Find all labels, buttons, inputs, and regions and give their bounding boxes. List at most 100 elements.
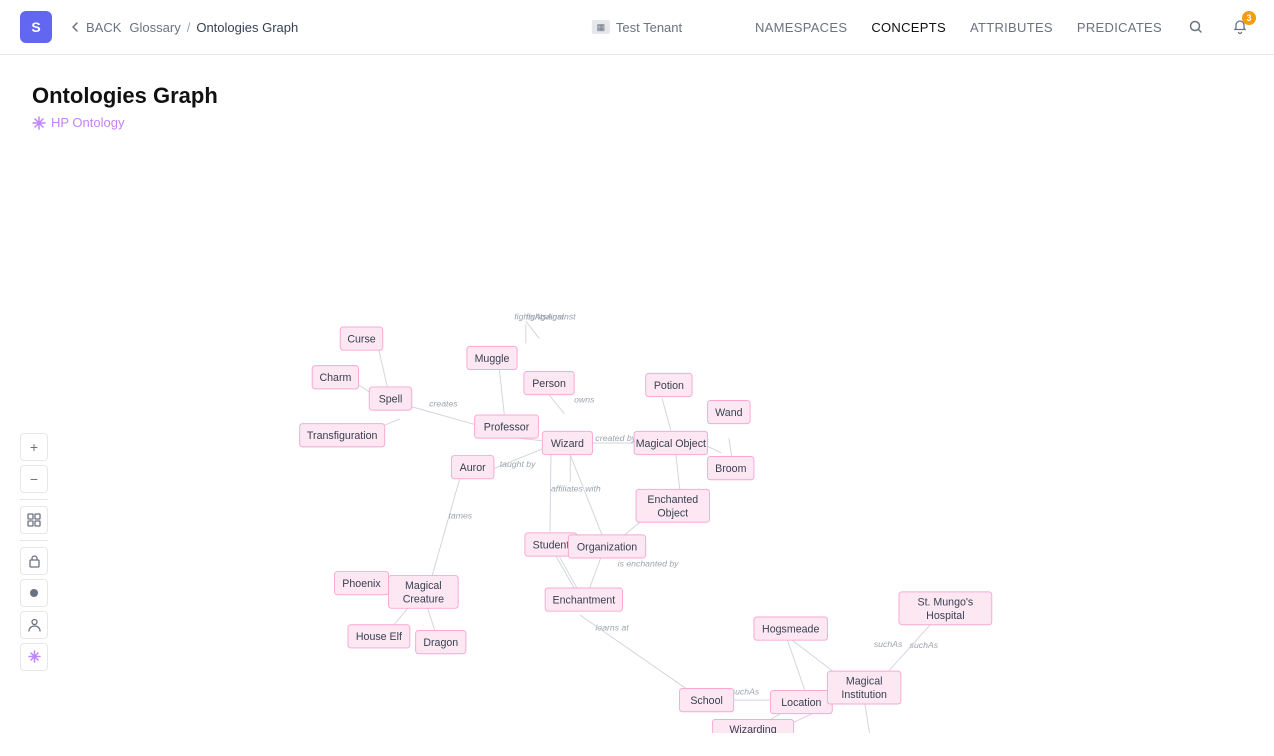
svg-text:Organization: Organization bbox=[577, 541, 637, 553]
node-enchantment[interactable]: Enchantment bbox=[545, 588, 622, 611]
svg-text:House Elf: House Elf bbox=[356, 631, 402, 643]
edge-label-affiliates: affiliates with bbox=[551, 483, 601, 493]
ontology-graph-svg: fightsAgainst owns creates created by ta… bbox=[0, 153, 1274, 733]
edge-wizard-org bbox=[569, 452, 603, 537]
node-st-mungos[interactable]: St. Mungo's Hospital bbox=[899, 591, 992, 624]
zoom-in-button[interactable]: + bbox=[20, 433, 48, 461]
node-professor[interactable]: Professor bbox=[475, 414, 539, 437]
node-magical-object[interactable]: Magical Object bbox=[634, 431, 707, 454]
node-wand[interactable]: Wand bbox=[708, 400, 751, 423]
node-house-elf[interactable]: House Elf bbox=[348, 624, 410, 647]
svg-text:Transfiguration: Transfiguration bbox=[307, 430, 378, 442]
svg-text:St. Mungo's: St. Mungo's bbox=[917, 596, 973, 608]
page-content: Ontologies Graph HP Ontology bbox=[0, 55, 1274, 153]
svg-text:Enchantment: Enchantment bbox=[553, 594, 616, 606]
edge-enchantment-school bbox=[580, 615, 690, 691]
node-charm[interactable]: Charm bbox=[312, 365, 358, 388]
node-spell[interactable]: Spell bbox=[369, 386, 412, 409]
back-label: BACK bbox=[86, 20, 121, 35]
svg-text:School: School bbox=[690, 695, 723, 707]
back-arrow-icon bbox=[68, 20, 82, 34]
lock-button[interactable] bbox=[20, 547, 48, 575]
svg-text:Potion: Potion bbox=[654, 379, 684, 391]
header-actions: 3 bbox=[1182, 13, 1254, 41]
edge-label-isenchantedby: is enchanted by bbox=[618, 558, 680, 568]
edge-student-enchantment bbox=[555, 554, 574, 588]
tenant-name: Test Tenant bbox=[616, 20, 682, 35]
node-muggle[interactable]: Muggle bbox=[467, 346, 517, 369]
svg-text:Magical: Magical bbox=[846, 675, 883, 687]
svg-text:Institution: Institution bbox=[841, 689, 887, 701]
edge-label-learnsat: learns at bbox=[595, 622, 629, 632]
svg-text:Student: Student bbox=[533, 539, 570, 551]
edge-person-wizard bbox=[549, 394, 564, 413]
toolbar-divider-1 bbox=[20, 499, 48, 500]
tenant-icon: ▦ bbox=[592, 20, 610, 34]
node-phoenix[interactable]: Phoenix bbox=[334, 571, 388, 594]
node-transfiguration[interactable]: Transfiguration bbox=[300, 423, 385, 446]
lock-icon bbox=[28, 554, 41, 568]
svg-text:Magical: Magical bbox=[405, 579, 442, 591]
header: S BACK Glossary / Ontologies Graph ▦ Tes… bbox=[0, 0, 1274, 55]
nav-namespaces[interactable]: NAMESPACES bbox=[755, 20, 847, 35]
svg-text:Wizarding: Wizarding bbox=[729, 724, 776, 733]
svg-text:Person: Person bbox=[532, 377, 566, 389]
svg-text:Hospital: Hospital bbox=[926, 609, 964, 621]
node-magical-creature[interactable]: Magical Creature bbox=[389, 575, 459, 608]
edge-hogsmeade-location bbox=[787, 638, 806, 694]
nav-concepts[interactable]: CONCEPTS bbox=[871, 20, 946, 35]
notification-button[interactable]: 3 bbox=[1226, 13, 1254, 41]
node-auror[interactable]: Auror bbox=[451, 455, 494, 478]
ontology-name: HP Ontology bbox=[51, 115, 124, 130]
edge-fightsagainst-line bbox=[526, 321, 540, 338]
svg-text:Phoenix: Phoenix bbox=[342, 578, 381, 590]
node-school[interactable]: School bbox=[680, 688, 734, 711]
ontology-badge: HP Ontology bbox=[32, 115, 124, 130]
node-organization[interactable]: Organization bbox=[568, 534, 645, 557]
svg-text:Dragon: Dragon bbox=[423, 637, 458, 649]
node-curse[interactable]: Curse bbox=[340, 327, 383, 350]
svg-text:Object: Object bbox=[657, 507, 688, 519]
search-icon bbox=[1188, 19, 1204, 35]
svg-text:Charm: Charm bbox=[319, 372, 351, 384]
asterisk-tool-icon bbox=[28, 650, 41, 663]
nav-predicates[interactable]: PREDICATES bbox=[1077, 20, 1162, 35]
search-button[interactable] bbox=[1182, 13, 1210, 41]
svg-text:Professor: Professor bbox=[484, 421, 530, 433]
nav-attributes[interactable]: ATTRIBUTES bbox=[970, 20, 1053, 35]
breadcrumb-parent[interactable]: Glossary bbox=[129, 20, 180, 35]
circle-icon bbox=[29, 588, 39, 598]
node-enchanted-object[interactable]: Enchanted Object bbox=[636, 489, 709, 522]
tenant-indicator: ▦ Test Tenant bbox=[592, 20, 682, 35]
svg-text:Wand: Wand bbox=[715, 406, 742, 418]
svg-text:Curse: Curse bbox=[347, 333, 375, 345]
edge-label-owns: owns bbox=[574, 394, 595, 404]
node-dragon[interactable]: Dragon bbox=[416, 630, 466, 653]
fit-button[interactable] bbox=[20, 506, 48, 534]
node-potion[interactable]: Potion bbox=[646, 373, 692, 396]
svg-text:Broom: Broom bbox=[715, 463, 746, 475]
edge-label-top: fightsAgainst bbox=[514, 311, 564, 321]
node-wizard[interactable]: Wizard bbox=[542, 431, 592, 454]
node-magical-institution[interactable]: Magical Institution bbox=[827, 671, 900, 704]
zoom-out-button[interactable]: − bbox=[20, 465, 48, 493]
svg-text:Hogsmeade: Hogsmeade bbox=[762, 623, 819, 635]
dot-button[interactable] bbox=[20, 579, 48, 607]
node-broom[interactable]: Broom bbox=[708, 456, 754, 479]
svg-text:Location: Location bbox=[781, 696, 821, 708]
node-person[interactable]: Person bbox=[524, 371, 574, 394]
edge-label-suchas-2: suchAs bbox=[874, 638, 903, 648]
node-hogsmeade[interactable]: Hogsmeade bbox=[754, 617, 827, 640]
person-button[interactable] bbox=[20, 611, 48, 639]
asterisk-button[interactable] bbox=[20, 643, 48, 671]
app-logo[interactable]: S bbox=[20, 11, 52, 43]
edge-tames bbox=[429, 467, 463, 586]
node-location[interactable]: Location bbox=[770, 690, 832, 713]
svg-text:Wizard: Wizard bbox=[551, 437, 584, 449]
svg-text:Auror: Auror bbox=[460, 462, 486, 474]
fit-icon bbox=[27, 513, 41, 527]
back-button[interactable]: BACK bbox=[68, 20, 121, 35]
edge-label-suchas-1: suchAs bbox=[731, 686, 760, 696]
edge-spell-professor bbox=[410, 406, 483, 426]
node-wizarding-settlement[interactable]: Wizarding Settlement bbox=[712, 719, 793, 733]
